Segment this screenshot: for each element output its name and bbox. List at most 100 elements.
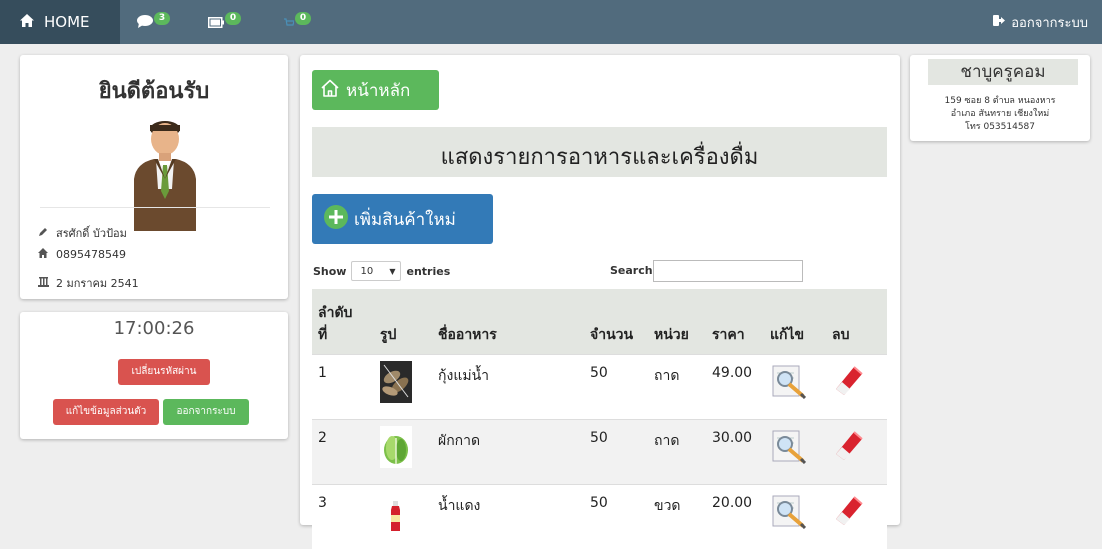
- nav-logout-label: ออกจากระบบ: [1011, 12, 1088, 33]
- home-icon: [35, 248, 51, 261]
- table-header-row: ลำดับ ที่ รูป ชื่ออาหาร จำนวน หน่วย ราคา…: [312, 289, 887, 355]
- header-price[interactable]: ราคา: [706, 289, 764, 355]
- table-row: 1 กุ้งแม่น้ำ 50 ถาด 49.00: [312, 355, 887, 420]
- row-quantity: 50: [584, 420, 648, 485]
- cart-icon: [284, 13, 294, 32]
- row-edit-cell: [764, 485, 826, 549]
- comment-icon: [137, 13, 153, 32]
- row-food-name: ผักกาด: [432, 420, 584, 485]
- nav-home-label: HOME: [44, 13, 90, 31]
- header-unit[interactable]: หน่วย: [648, 289, 706, 355]
- row-unit: ขวด: [648, 485, 706, 549]
- welcome-title: ยินดีต้อนรับ: [20, 73, 288, 108]
- account-logout-button[interactable]: ออกจากระบบ: [163, 399, 249, 425]
- row-delete-cell: [826, 485, 887, 549]
- entries-select-value: 10: [360, 266, 373, 277]
- row-quantity: 50: [584, 355, 648, 420]
- row-edit-cell: [764, 355, 826, 420]
- account-panel: 17:00:26 เปลี่ยนรหัสผ่าน แก้ไขข้อมูลส่วน…: [20, 312, 288, 439]
- header-order-line2: ที่: [318, 327, 327, 343]
- search-input[interactable]: [653, 260, 803, 282]
- row-order: 2: [312, 420, 374, 485]
- profile-panel: ยินดีต้อนรับ สรศักดิ์ บัวป้อม: [20, 55, 288, 299]
- search-label: Search:: [610, 264, 657, 277]
- header-image[interactable]: รูป: [374, 289, 432, 355]
- tasks-badge: 0: [225, 12, 241, 25]
- sign-out-icon: [993, 15, 1005, 30]
- row-unit: ถาด: [648, 420, 706, 485]
- nav-home-link[interactable]: HOME: [0, 0, 120, 44]
- row-price: 49.00: [706, 355, 764, 420]
- clock-display: 17:00:26: [20, 318, 288, 339]
- entries-length-control: Show 10 ▼ entries: [313, 261, 450, 281]
- pencil-icon: [35, 227, 51, 240]
- nav-tasks[interactable]: 0: [208, 0, 241, 44]
- home-page-button-label: หน้าหลัก: [346, 77, 410, 104]
- edit-magnifier-pencil-icon[interactable]: [770, 428, 806, 468]
- row-delete-cell: [826, 355, 887, 420]
- show-label: Show: [313, 265, 346, 278]
- profile-phone-row: 0895478549: [35, 248, 126, 261]
- table-row: 2 ผักกาด 50 ถาด 30.00: [312, 420, 887, 485]
- shop-address-line2: อำเภอ สันทราย เชียงใหม่: [910, 106, 1090, 120]
- row-unit: ถาด: [648, 355, 706, 420]
- row-food-name: น้ำแดง: [432, 485, 584, 549]
- row-quantity: 50: [584, 485, 648, 549]
- add-product-button-label: เพิ่มสินค้าใหม่: [354, 206, 456, 233]
- header-order-line1: ลำดับ: [318, 305, 352, 321]
- row-order: 3: [312, 485, 374, 549]
- delete-eraser-icon[interactable]: [832, 428, 866, 466]
- home-icon: [20, 13, 34, 31]
- calendar-icon: [35, 277, 51, 290]
- change-password-button[interactable]: เปลี่ยนรหัสผ่าน: [118, 359, 210, 385]
- home-page-button[interactable]: หน้าหลัก: [312, 70, 439, 110]
- profile-name: สรศักดิ์ บัวป้อม: [56, 224, 127, 242]
- delete-eraser-icon[interactable]: [832, 493, 866, 531]
- cart-badge: 0: [295, 12, 311, 25]
- row-order: 1: [312, 355, 374, 420]
- row-food-name: กุ้งแม่น้ำ: [432, 355, 584, 420]
- user-avatar: [130, 119, 200, 231]
- row-edit-cell: [764, 420, 826, 485]
- top-navbar: HOME 3 0 0 ออกจากระบบ: [0, 0, 1102, 44]
- edit-profile-button[interactable]: แก้ไขข้อมูลส่วนตัว: [53, 399, 159, 425]
- edit-magnifier-pencil-icon[interactable]: [770, 493, 806, 533]
- profile-birthdate-row: 2 มกราคม 2541: [35, 274, 139, 292]
- profile-name-row: สรศักดิ์ บัวป้อม: [35, 224, 127, 242]
- shop-name: ชาบูครูคอม: [928, 59, 1078, 85]
- nav-messages[interactable]: 3: [137, 0, 170, 44]
- row-delete-cell: [826, 420, 887, 485]
- entries-select[interactable]: 10 ▼: [351, 261, 401, 281]
- profile-phone: 0895478549: [56, 248, 126, 261]
- profile-divider: [40, 207, 270, 208]
- food-table: ลำดับ ที่ รูป ชื่ออาหาร จำนวน หน่วย ราคา…: [312, 289, 887, 549]
- shop-info-panel: ชาบูครูคอม 159 ซอย 8 ตำบล หนองหาร อำเภอ …: [910, 55, 1090, 141]
- header-food-name[interactable]: ชื่ออาหาร: [432, 289, 584, 355]
- main-panel: หน้าหลัก แสดงรายการอาหารและเครื่องดื่ม เ…: [300, 55, 900, 525]
- header-order[interactable]: ลำดับ ที่: [312, 289, 374, 355]
- home-outline-icon: [320, 79, 340, 102]
- battery-icon: [208, 13, 224, 32]
- plus-circle-icon: [324, 205, 348, 234]
- delete-eraser-icon[interactable]: [832, 363, 866, 401]
- shop-phone: โทร 053514587: [910, 119, 1090, 133]
- lettuce-icon: [374, 420, 432, 485]
- add-product-button[interactable]: เพิ่มสินค้าใหม่: [312, 194, 493, 244]
- header-delete[interactable]: ลบ: [826, 289, 887, 355]
- header-quantity[interactable]: จำนวน: [584, 289, 648, 355]
- nav-cart[interactable]: 0: [284, 0, 311, 44]
- row-price: 20.00: [706, 485, 764, 549]
- red-soda-bottle-icon: [374, 485, 432, 549]
- edit-magnifier-pencil-icon[interactable]: [770, 363, 806, 403]
- profile-birthdate: 2 มกราคม 2541: [56, 274, 139, 292]
- nav-logout-link[interactable]: ออกจากระบบ: [993, 0, 1088, 44]
- caret-down-icon: ▼: [389, 262, 395, 282]
- shrimp-icon: [374, 355, 432, 420]
- header-edit[interactable]: แก้ไข: [764, 289, 826, 355]
- shop-address-line1: 159 ซอย 8 ตำบล หนองหาร: [910, 93, 1090, 107]
- table-row: 3 น้ำแดง 50 ขวด 20.00: [312, 485, 887, 549]
- page-title: แสดงรายการอาหารและเครื่องดื่ม: [312, 127, 887, 177]
- row-price: 30.00: [706, 420, 764, 485]
- entries-label: entries: [406, 265, 450, 278]
- messages-badge: 3: [154, 12, 170, 25]
